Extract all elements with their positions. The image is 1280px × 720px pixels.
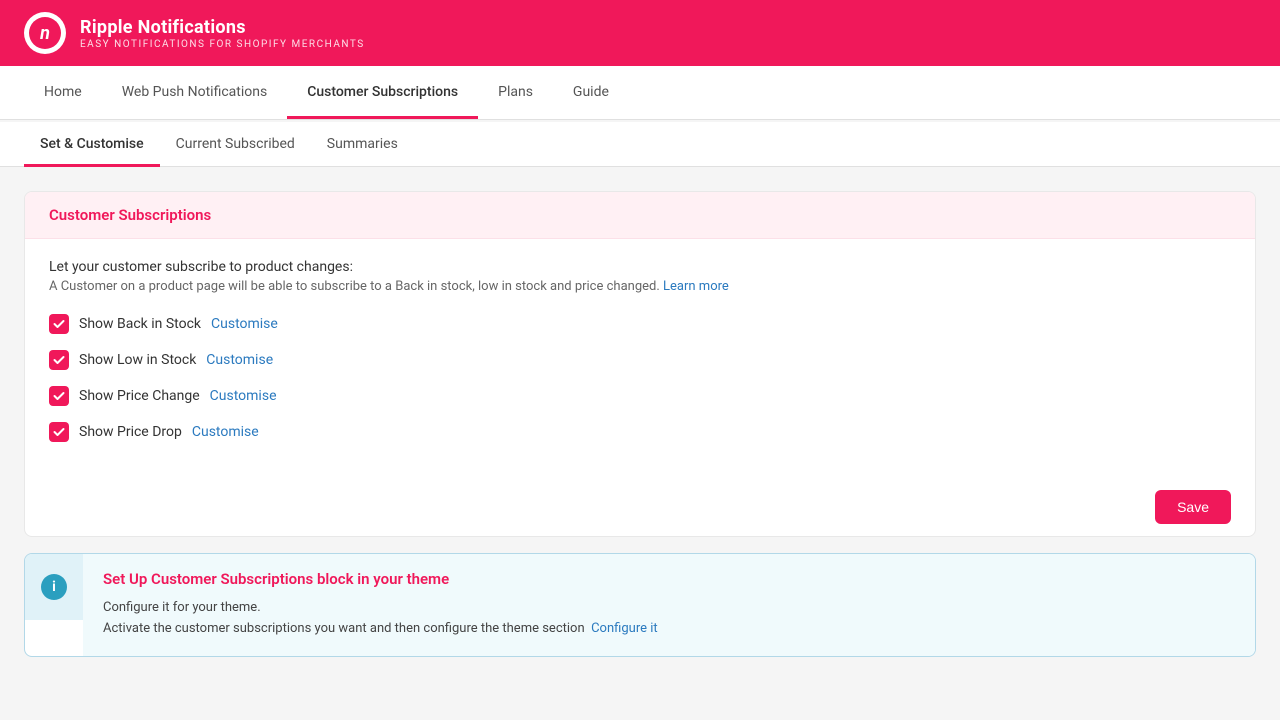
info-content: Set Up Customer Subscriptions block in y… (83, 554, 1255, 656)
checkbox-price-change[interactable] (49, 386, 69, 406)
configure-it-link[interactable]: Configure it (591, 621, 658, 636)
app-subtitle: EASY NOTIFICATIONS FOR SHOPIFY MERCHANTS (80, 39, 365, 50)
tab-summaries[interactable]: Summaries (311, 122, 414, 167)
checkbox-row-price-change: Show Price Change Customise (49, 386, 1231, 406)
label-low-in-stock: Show Low in Stock (79, 352, 196, 368)
card-footer: Save (25, 478, 1255, 536)
nav-item-guide[interactable]: Guide (553, 66, 629, 119)
card-title: Customer Subscriptions (49, 206, 1231, 224)
checkbox-price-drop[interactable] (49, 422, 69, 442)
description-sub: A Customer on a product page will be abl… (49, 279, 1231, 294)
card-body: Let your customer subscribe to product c… (25, 239, 1255, 478)
info-icon: i (41, 574, 67, 600)
checkbox-row-price-drop: Show Price Drop Customise (49, 422, 1231, 442)
checkbox-back-in-stock[interactable] (49, 314, 69, 334)
customise-price-drop[interactable]: Customise (192, 424, 259, 440)
app-logo: n (24, 12, 66, 54)
logo-letter: n (29, 17, 61, 49)
label-back-in-stock: Show Back in Stock (79, 316, 201, 332)
header-text-group: Ripple Notifications EASY NOTIFICATIONS … (80, 17, 365, 50)
info-title: Set Up Customer Subscriptions block in y… (103, 570, 1235, 588)
nav-item-plans[interactable]: Plans (478, 66, 553, 119)
info-description: Configure it for your theme. Activate th… (103, 598, 1235, 640)
customise-price-change[interactable]: Customise (210, 388, 277, 404)
label-price-drop: Show Price Drop (79, 424, 182, 440)
customer-subscriptions-card: Customer Subscriptions Let your customer… (24, 191, 1256, 537)
info-card: i Set Up Customer Subscriptions block in… (24, 553, 1256, 657)
sub-tabs: Set & Customise Current Subscribed Summa… (0, 122, 1280, 167)
label-price-change: Show Price Change (79, 388, 200, 404)
card-header: Customer Subscriptions (25, 192, 1255, 239)
nav-item-web-push[interactable]: Web Push Notifications (102, 66, 288, 119)
info-icon-column: i (25, 554, 83, 620)
checkbox-row-low-in-stock: Show Low in Stock Customise (49, 350, 1231, 370)
customise-back-in-stock[interactable]: Customise (211, 316, 278, 332)
main-nav: Home Web Push Notifications Customer Sub… (0, 66, 1280, 120)
main-content: Customer Subscriptions Let your customer… (0, 167, 1280, 681)
description-main: Let your customer subscribe to product c… (49, 259, 1231, 275)
save-button[interactable]: Save (1155, 490, 1231, 524)
app-header: n Ripple Notifications EASY NOTIFICATION… (0, 0, 1280, 66)
checkbox-low-in-stock[interactable] (49, 350, 69, 370)
checkbox-row-back-in-stock: Show Back in Stock Customise (49, 314, 1231, 334)
customise-low-in-stock[interactable]: Customise (206, 352, 273, 368)
app-title: Ripple Notifications (80, 17, 365, 38)
tab-current-subscribed[interactable]: Current Subscribed (160, 122, 311, 167)
tab-set-customise[interactable]: Set & Customise (24, 122, 160, 167)
nav-item-customer-subscriptions[interactable]: Customer Subscriptions (287, 66, 478, 119)
learn-more-link[interactable]: Learn more (663, 279, 729, 294)
nav-item-home[interactable]: Home (24, 66, 102, 119)
